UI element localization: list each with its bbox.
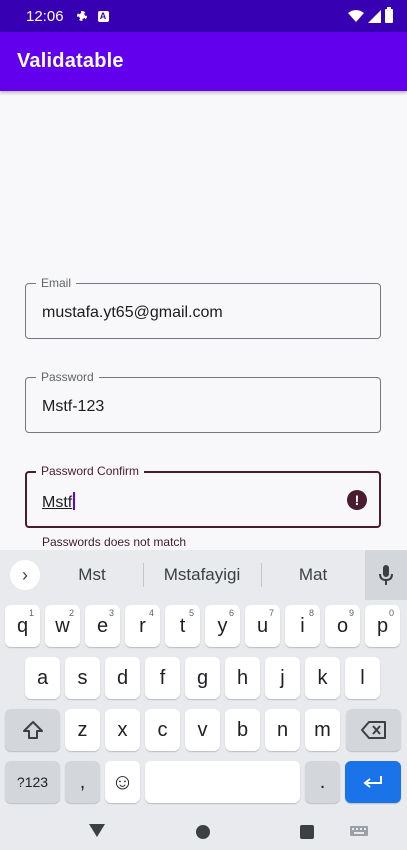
email-value: mustafa.yt65@gmail.com xyxy=(42,304,223,321)
shift-icon xyxy=(22,721,43,739)
key-hint: 1 xyxy=(28,608,34,618)
backspace-key[interactable] xyxy=(346,709,401,751)
key-label: o xyxy=(336,614,349,637)
key-x[interactable]: x xyxy=(105,709,140,751)
expand-toolbar-button[interactable]: › xyxy=(10,560,40,590)
key-z[interactable]: z xyxy=(65,709,100,751)
key-label: t xyxy=(179,614,186,637)
key-hint: 6 xyxy=(228,608,234,618)
suggestion-divider xyxy=(261,563,262,587)
password-error-message: Passwords does not match xyxy=(42,535,187,549)
status-bar: 12:06 A xyxy=(0,0,407,32)
a-notification-icon: A xyxy=(97,10,109,22)
battery-icon xyxy=(385,7,393,23)
status-time: 12:06 xyxy=(26,7,64,25)
text-cursor xyxy=(73,492,76,510)
nav-home-icon[interactable] xyxy=(196,825,210,839)
period-key[interactable]: . xyxy=(305,761,340,803)
symbols-key[interactable]: ?123 xyxy=(5,761,60,803)
shift-key[interactable] xyxy=(5,709,60,751)
comma-key[interactable]: , xyxy=(65,761,100,803)
key-o[interactable]: o9 xyxy=(325,605,360,647)
app-bar: Validatable xyxy=(0,32,407,91)
keyboard-switch-icon[interactable] xyxy=(350,826,368,836)
email-field[interactable]: Email mustafa.yt65@gmail.com xyxy=(25,276,381,339)
nav-back-icon[interactable] xyxy=(89,824,105,837)
key-hint: 9 xyxy=(348,608,354,618)
key-y[interactable]: y6 xyxy=(205,605,240,647)
key-p[interactable]: p0 xyxy=(365,605,400,647)
key-m[interactable]: m xyxy=(305,709,340,751)
emoji-key[interactable]: ☺ xyxy=(105,761,140,803)
key-s[interactable]: s xyxy=(65,657,100,699)
key-hint: 2 xyxy=(68,608,74,618)
error-icon: ! xyxy=(347,490,367,510)
nav-recents-icon[interactable] xyxy=(300,825,314,839)
key-hint: 0 xyxy=(388,608,394,618)
soft-keyboard: › Mst Mstafayigi Mat ?123 , ☺ . q 1 w 2 … xyxy=(0,550,407,850)
password-confirm-value-wrap: Mstf xyxy=(42,492,76,512)
key-r[interactable]: r4 xyxy=(125,605,160,647)
password-label: Password xyxy=(36,370,99,384)
key-i[interactable]: i8 xyxy=(285,605,320,647)
key-label: q xyxy=(16,614,29,637)
key-f[interactable]: f xyxy=(145,657,180,699)
navigation-bar xyxy=(0,812,407,850)
key-d[interactable]: d xyxy=(105,657,140,699)
suggestion-2[interactable]: Mstafayigi xyxy=(143,565,261,585)
key-c[interactable]: c xyxy=(145,709,180,751)
settings-gear-icon xyxy=(76,10,88,22)
password-confirm-label: Password Confirm xyxy=(36,464,145,478)
key-u[interactable]: u7 xyxy=(245,605,280,647)
suggestion-bar: › Mst Mstafayigi Mat xyxy=(0,550,407,600)
key-label: e xyxy=(96,614,109,637)
mic-button[interactable] xyxy=(365,550,407,600)
key-label: i xyxy=(300,614,305,637)
key-n[interactable]: n xyxy=(265,709,300,751)
status-indicators xyxy=(348,7,393,23)
key-label: r xyxy=(139,614,146,637)
app-title: Validatable xyxy=(17,50,124,72)
space-key[interactable] xyxy=(145,761,300,803)
wifi-icon xyxy=(348,10,364,22)
key-k[interactable]: k xyxy=(305,657,340,699)
key-j[interactable]: j xyxy=(265,657,300,699)
key-a[interactable]: a xyxy=(25,657,60,699)
key-label: p xyxy=(376,614,389,637)
key-label: u xyxy=(256,614,269,637)
key-h[interactable]: h xyxy=(225,657,260,699)
key-q[interactable]: q1 xyxy=(5,605,40,647)
key-t[interactable]: t5 xyxy=(165,605,200,647)
key-g[interactable]: g xyxy=(185,657,220,699)
key-hint: 5 xyxy=(188,608,194,618)
key-v[interactable]: v xyxy=(185,709,220,751)
key-hint: 8 xyxy=(308,608,314,618)
backspace-icon xyxy=(360,721,386,739)
key-hint: 7 xyxy=(268,608,274,618)
password-value: Mstf-123 xyxy=(42,398,105,415)
email-label: Email xyxy=(36,276,77,290)
key-b[interactable]: b xyxy=(225,709,260,751)
key-hint: 3 xyxy=(108,608,114,618)
key-l[interactable]: l xyxy=(345,657,380,699)
enter-arrow-icon xyxy=(363,776,382,788)
signal-icon xyxy=(368,9,381,23)
enter-key[interactable] xyxy=(345,761,401,803)
key-label: y xyxy=(217,614,228,637)
mic-icon xyxy=(379,565,393,585)
password-field[interactable]: Password Mstf-123 xyxy=(25,370,381,433)
password-confirm-field[interactable]: Password Confirm Mstf ! xyxy=(25,464,381,528)
password-confirm-value: Mstf xyxy=(42,494,73,511)
key-hint: 4 xyxy=(148,608,154,618)
suggestion-1[interactable]: Mst xyxy=(64,565,120,585)
key-label: w xyxy=(55,614,70,637)
suggestion-3[interactable]: Mat xyxy=(280,565,346,585)
key-w[interactable]: w2 xyxy=(45,605,80,647)
key-e[interactable]: e3 xyxy=(85,605,120,647)
